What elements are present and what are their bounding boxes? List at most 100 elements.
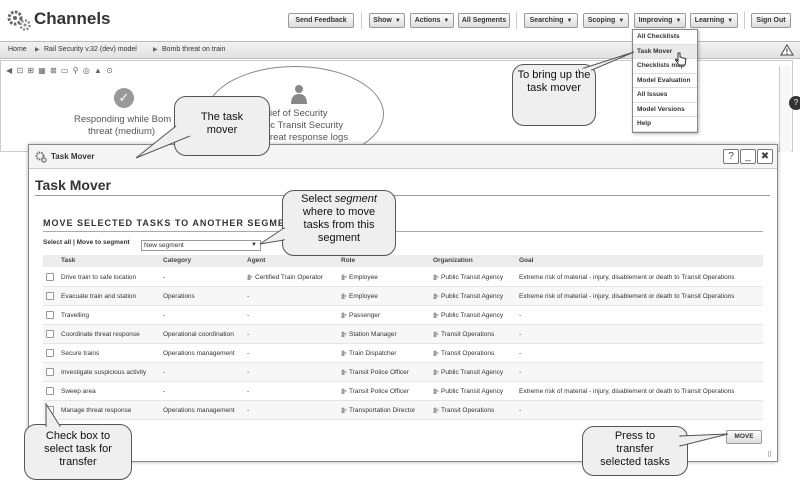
all-segments-button[interactable]: All Segments — [458, 13, 510, 28]
send-feedback-button[interactable]: Send Feedback — [288, 13, 354, 28]
column-header-organization[interactable]: Organization — [433, 257, 473, 264]
app-title: Channels — [34, 9, 111, 28]
searching-menu-button[interactable]: Searching ▼ — [524, 13, 578, 28]
task-checkbox[interactable] — [46, 368, 54, 376]
callout-press-move: Press to transfer selected tasks — [582, 426, 688, 476]
menu-item-all-checklists[interactable]: All Checklists — [633, 30, 697, 45]
task-checkbox[interactable] — [46, 387, 54, 395]
cell-organization-text: Transit Operations — [441, 350, 495, 357]
menu-item-help[interactable]: Help — [633, 117, 697, 132]
cell-goal-text: - — [519, 331, 522, 338]
help-icon[interactable]: ? — [789, 96, 800, 110]
cell-organization-text: Public Transit Agency — [441, 274, 504, 281]
cell-category: Operational coordination — [163, 331, 234, 338]
map-scrollbar[interactable] — [779, 66, 791, 152]
cell-agent-text: - — [247, 350, 250, 357]
menu-item-model-evaluation[interactable]: Model Evaluation — [633, 74, 697, 88]
menu-item-task-mover[interactable]: Task Mover — [633, 44, 697, 59]
agent-node-line1: ief of Security — [270, 108, 328, 119]
warning-icon[interactable] — [780, 44, 794, 56]
searching-label: Searching — [529, 17, 564, 24]
cell-agent-text: - — [247, 407, 250, 414]
close-button[interactable]: ✖ — [757, 149, 773, 164]
callout-check-box: Check box to select task for transfer — [24, 424, 132, 480]
cell-category: - — [163, 388, 165, 395]
cell-goal-text: Extreme risk of material - injury, disab… — [519, 388, 735, 395]
menu-item-checklists-map[interactable]: Checklists map — [633, 59, 697, 74]
person-icon — [341, 293, 347, 299]
scoping-menu-button[interactable]: Scoping ▼ — [583, 13, 629, 28]
minimize-button[interactable]: _ — [740, 149, 756, 164]
sign-out-button[interactable]: Sign Out — [751, 13, 791, 28]
chevron-down-icon: ▼ — [394, 18, 401, 24]
divider — [35, 195, 770, 196]
column-header-role[interactable]: Role — [341, 257, 355, 264]
menu-item-model-versions[interactable]: Model Versions — [633, 103, 697, 117]
move-button[interactable]: MOVE — [726, 430, 762, 444]
task-checkbox[interactable] — [46, 330, 54, 338]
column-header-goal[interactable]: Goal — [519, 257, 533, 264]
callout-select-line4: segment — [317, 232, 361, 244]
cell-agent: - — [247, 407, 249, 414]
cell-goal: - — [519, 312, 521, 319]
learning-menu-button[interactable]: Learning ▼ — [690, 13, 738, 28]
column-header-task[interactable]: Task — [61, 257, 75, 264]
callout-select-line2: where to move — [302, 206, 376, 218]
cell-goal-text: Extreme risk of material - injury, disab… — [519, 293, 735, 300]
organization-icon — [433, 350, 439, 356]
cell-task-text: Travelling — [61, 312, 89, 319]
map-toolbar-icons[interactable]: ◀ ⊡ ⊞ ▦ ⊠ ▭ ⚲ ◎ ▲ ⊙ — [6, 66, 114, 75]
cell-role-text: Transportation Director — [349, 407, 416, 414]
cell-agent-text: Certified Train Operator — [255, 274, 323, 281]
cell-task-text: Sweep area — [61, 388, 96, 395]
cell-category: Operations — [163, 293, 195, 300]
cell-task-text: Coordinate threat response — [61, 331, 140, 338]
column-header-agent[interactable]: Agent — [247, 257, 265, 264]
cell-goal: Extreme risk of material - injury, disab… — [519, 388, 735, 395]
improving-menu-button[interactable]: Improving ▼ — [634, 13, 686, 28]
organization-icon — [433, 312, 439, 318]
organization-icon — [433, 274, 439, 280]
task-checkbox[interactable] — [46, 273, 54, 281]
task-checkbox[interactable] — [46, 311, 54, 319]
cell-goal: - — [519, 407, 521, 414]
breadcrumb-segment[interactable]: Bomb threat on train — [162, 46, 225, 53]
person-icon — [341, 312, 347, 318]
select-all-link[interactable]: Select all — [43, 239, 71, 246]
chevron-down-icon: ▼ — [675, 18, 682, 24]
help-button[interactable]: ? — [723, 149, 739, 164]
task-checkbox[interactable] — [46, 349, 54, 357]
organization-icon — [433, 407, 439, 413]
resize-handle[interactable]: ⠿ — [767, 451, 772, 459]
callout-select-word: Select — [301, 193, 332, 205]
show-menu-button[interactable]: Show ▼ — [369, 13, 405, 28]
segment-select[interactable]: New segment ▼ — [141, 240, 261, 251]
cell-organization-text: Public Transit Agency — [441, 312, 504, 319]
cell-category-text: - — [163, 312, 166, 319]
person-icon — [341, 331, 347, 337]
column-header-category[interactable]: Category — [163, 257, 191, 264]
breadcrumb-model[interactable]: Rail Security v.32 (dev) model — [44, 46, 137, 53]
breadcrumb-home[interactable]: Home — [8, 46, 27, 53]
actions-menu-button[interactable]: Actions ▼ — [410, 13, 454, 28]
dialog-title: Task Mover — [51, 152, 95, 161]
task-checkbox[interactable] — [46, 292, 54, 300]
cell-organization-text: Transit Operations — [441, 407, 495, 414]
cell-goal-text: - — [519, 312, 522, 319]
cell-role: Station Manager — [341, 331, 397, 338]
cell-organization: Public Transit Agency — [433, 312, 503, 319]
cell-category: Operations management — [163, 350, 235, 357]
cell-goal-text: - — [519, 407, 522, 414]
chevron-down-icon: ▼ — [618, 18, 625, 24]
cell-role-text: Passenger — [349, 312, 381, 319]
callout-pointer — [577, 51, 635, 71]
task-mover-dialog: Task Mover ? _ ✖ Task Mover MOVE SELECTE… — [28, 144, 778, 462]
toolbar-divider — [516, 12, 517, 29]
cell-task: Evacuate train and station — [61, 293, 136, 300]
cell-organization: Public Transit Agency — [433, 388, 503, 395]
cell-role-text: Transit Police Officer — [349, 369, 409, 376]
cell-agent-text: - — [247, 312, 250, 319]
chevron-down-icon: ▼ — [566, 18, 573, 24]
menu-item-all-issues[interactable]: All Issues — [633, 88, 697, 103]
toolbar-divider — [744, 12, 745, 29]
